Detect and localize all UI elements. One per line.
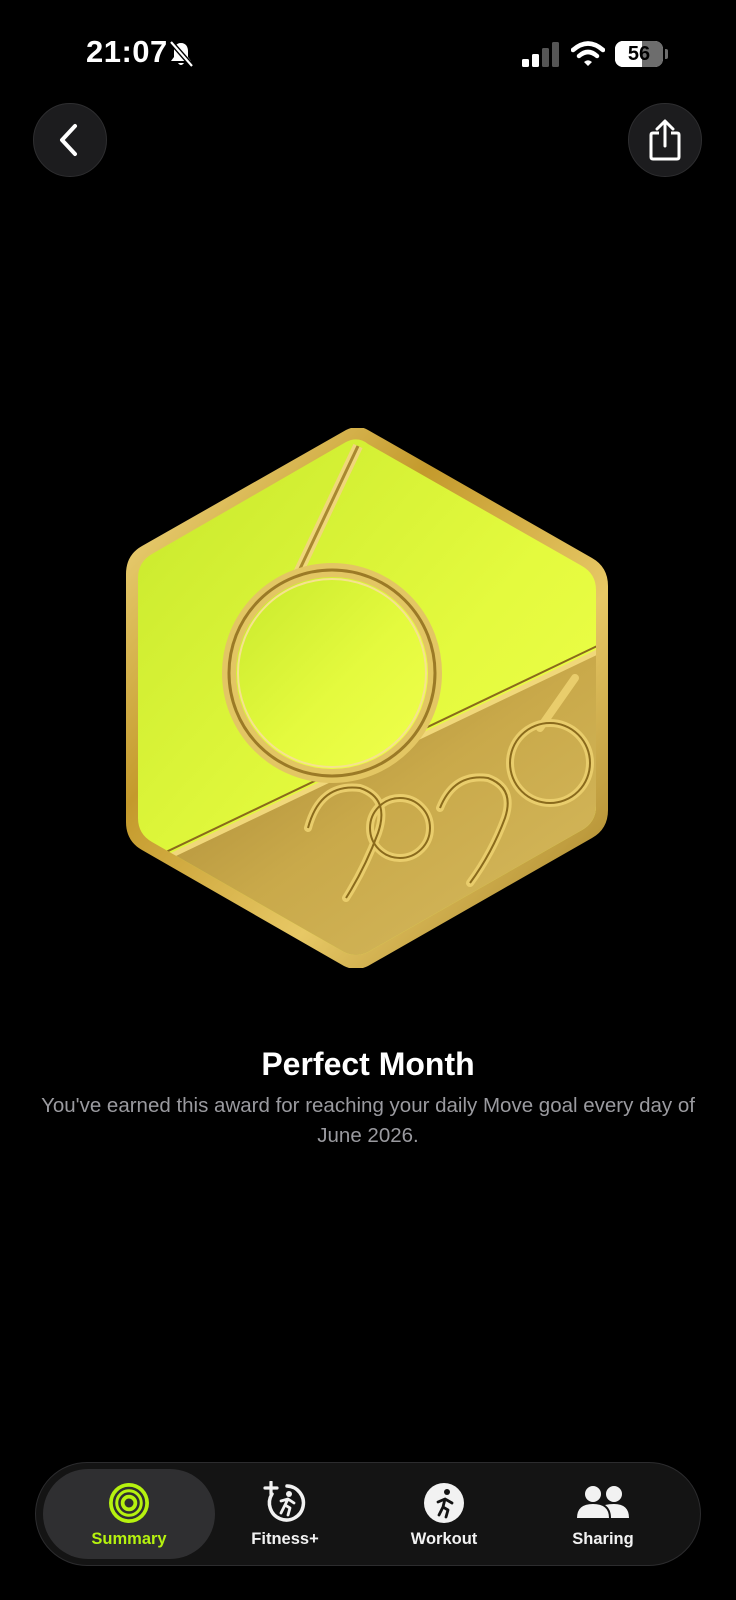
back-button[interactable] — [33, 103, 107, 177]
people-icon — [577, 1486, 629, 1518]
battery-percent: 56 — [627, 43, 651, 65]
cellular-signal-icon — [522, 42, 559, 67]
tab-fitness-plus-label: Fitness+ — [251, 1530, 319, 1548]
wifi-icon — [571, 41, 605, 66]
tab-summary-label: Summary — [91, 1530, 167, 1548]
running-figure-icon — [424, 1483, 464, 1523]
chevron-left-icon — [60, 124, 77, 156]
tab-bar: Summary Fitness+ Workout Sharing — [35, 1462, 701, 1566]
activity-rings-icon — [109, 1483, 149, 1523]
bell-slash-icon — [169, 40, 194, 68]
tab-fitness-plus[interactable]: Fitness+ — [199, 1469, 371, 1559]
battery-cap — [665, 49, 668, 59]
battery-body: 56 — [615, 41, 663, 67]
share-icon — [649, 119, 681, 161]
perfect-month-badge[interactable]: 6 2026 — [120, 428, 616, 968]
share-button[interactable] — [628, 103, 702, 177]
fitness-plus-icon — [263, 1481, 306, 1522]
award-title: Perfect Month — [261, 1046, 475, 1082]
tab-sharing[interactable]: Sharing — [517, 1469, 689, 1559]
status-time: 21:07 — [86, 34, 168, 69]
award-description: You've earned this award for reaching yo… — [41, 1094, 695, 1147]
tab-summary[interactable]: Summary — [43, 1469, 215, 1559]
battery-icon: 56 — [615, 41, 668, 67]
status-bar: 21:07 56 — [0, 0, 736, 100]
tab-workout[interactable]: Workout — [358, 1469, 530, 1559]
tab-workout-label: Workout — [410, 1530, 478, 1548]
tab-sharing-label: Sharing — [572, 1530, 634, 1548]
